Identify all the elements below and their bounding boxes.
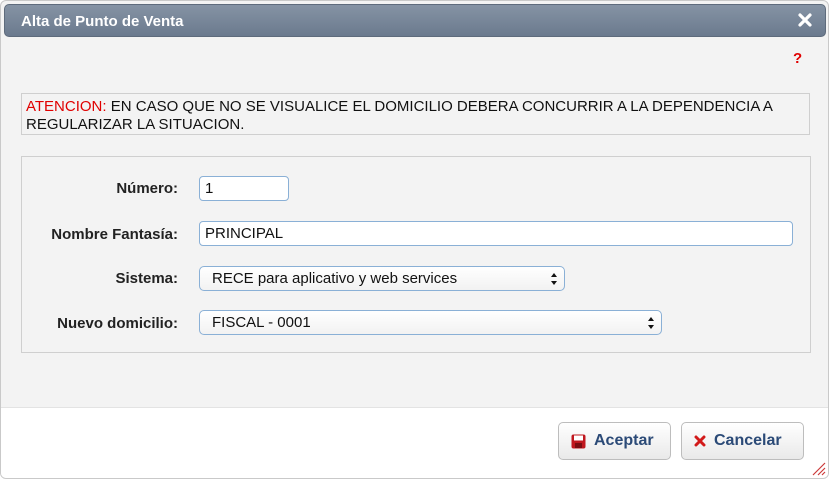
cancel-button-label: Cancelar	[714, 432, 782, 449]
form-panel: Número: 1 Nombre Fantasía: PRINCIPAL Sis…	[21, 156, 811, 353]
nuevo-domicilio-selected: FISCAL - 0001	[212, 314, 311, 331]
warning-label: ATENCION:	[26, 98, 107, 115]
sistema-select[interactable]: RECE para aplicativo y web services	[199, 266, 565, 291]
nombre-fantasia-input[interactable]: PRINCIPAL	[199, 221, 793, 246]
save-icon	[571, 434, 586, 448]
numero-label: Número:	[116, 180, 178, 197]
dialog-titlebar[interactable]: Alta de Punto de Venta	[4, 4, 826, 37]
dialog-title: Alta de Punto de Venta	[21, 13, 184, 30]
cancel-x-icon	[694, 435, 706, 447]
nuevo-domicilio-select[interactable]: FISCAL - 0001	[199, 310, 662, 335]
accept-button-label: Aceptar	[594, 432, 654, 449]
sistema-selected: RECE para aplicativo y web services	[212, 270, 458, 287]
select-arrows-icon	[551, 273, 557, 285]
sistema-label: Sistema:	[115, 270, 178, 287]
nuevo-domicilio-label: Nuevo domicilio:	[57, 315, 178, 332]
help-icon[interactable]: ?	[793, 50, 802, 67]
cancel-button[interactable]: Cancelar	[681, 422, 804, 460]
warning-text: EN CASO QUE NO SE VISUALICE EL DOMICILIO…	[26, 98, 773, 133]
close-icon[interactable]	[796, 11, 814, 29]
numero-input[interactable]: 1	[199, 176, 289, 201]
select-arrows-icon	[648, 317, 654, 329]
accept-button[interactable]: Aceptar	[558, 422, 671, 460]
dialog: Alta de Punto de Venta ? ATENCION: EN CA…	[0, 0, 829, 479]
warning-message: ATENCION: EN CASO QUE NO SE VISUALICE EL…	[21, 93, 810, 135]
resize-handle-icon[interactable]	[810, 460, 826, 476]
nombre-fantasia-label: Nombre Fantasía:	[51, 226, 178, 243]
